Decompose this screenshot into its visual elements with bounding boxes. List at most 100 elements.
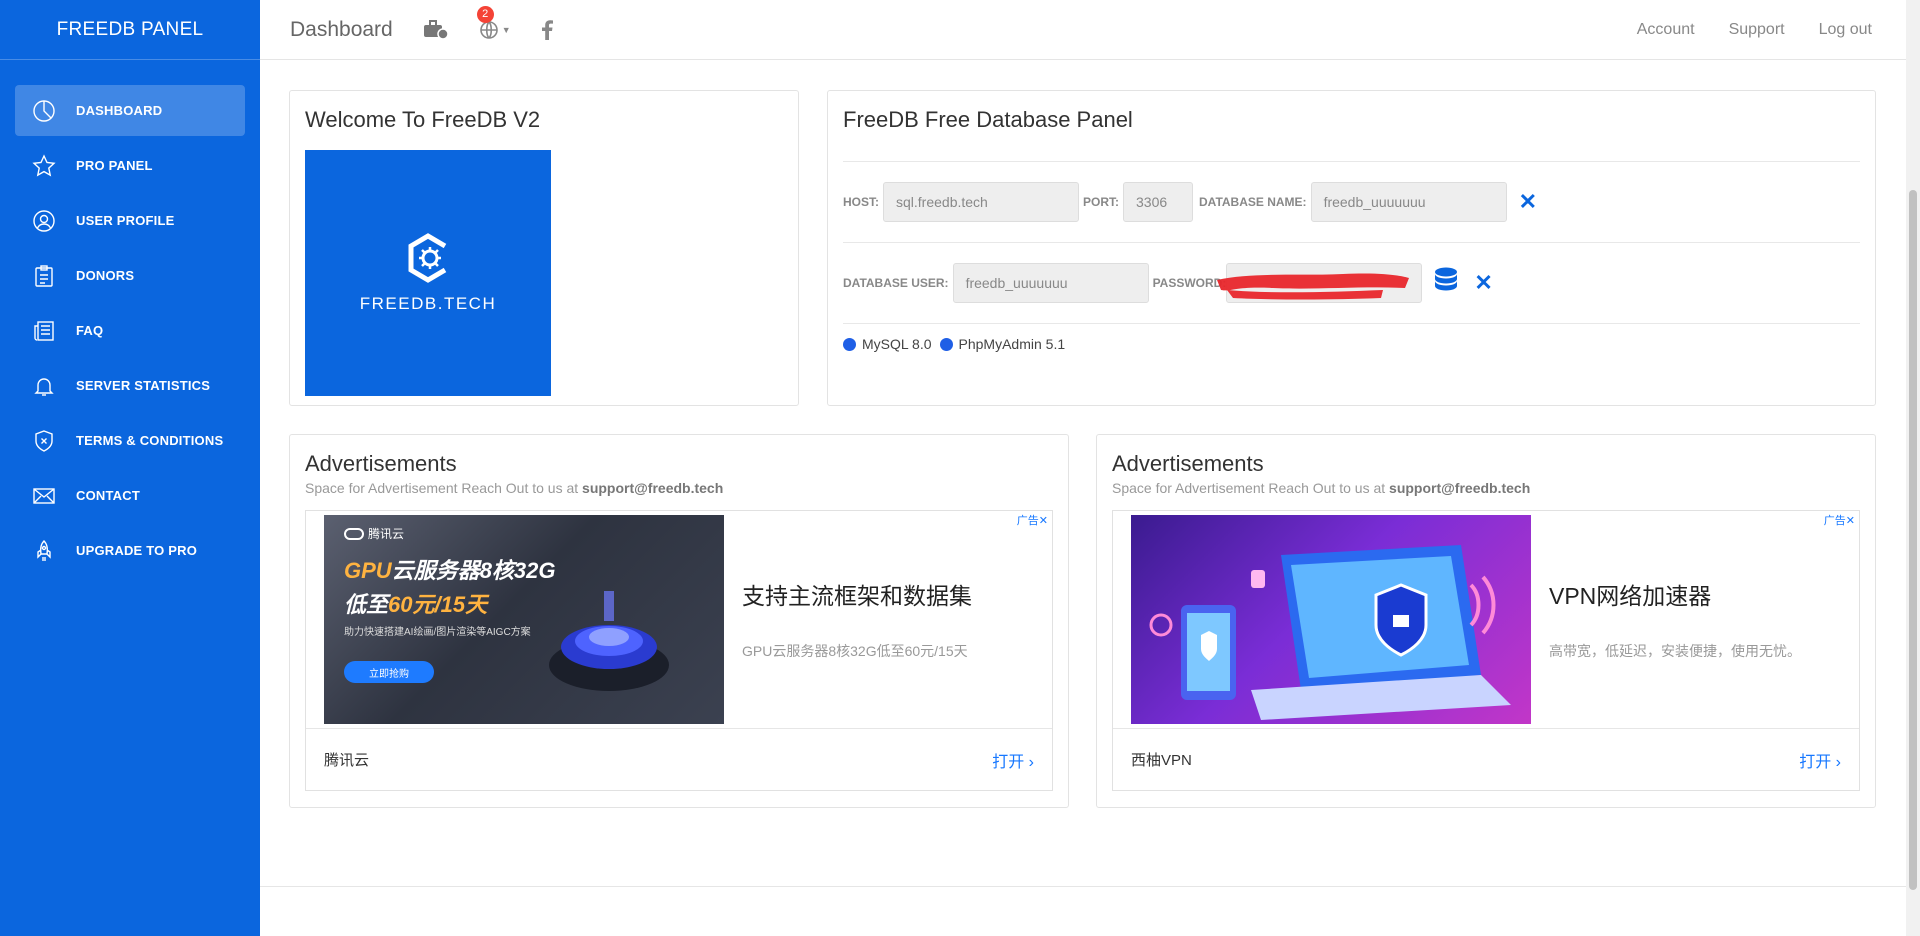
chip-mysql: MySQL 8.0 bbox=[843, 336, 932, 352]
sidebar-item-upgrade[interactable]: UPGRADE TO PRO bbox=[15, 525, 245, 576]
facebook-link[interactable] bbox=[541, 19, 553, 40]
database-user-field[interactable]: freedb_uuuuuuu bbox=[952, 263, 1149, 303]
host-label: HOST: bbox=[843, 195, 879, 209]
top-navbar: Dashboard 2 ▼ Account Support Log out bbox=[260, 0, 1906, 60]
ad-unit[interactable]: 广告✕ 腾讯云 GPU云服务器8核32G 低至60元/15天 助力快速搭建AI绘… bbox=[305, 510, 1053, 791]
port-field[interactable]: 3306 bbox=[1123, 182, 1193, 222]
freedb-hex-icon bbox=[408, 233, 447, 283]
host-field[interactable]: sql.freedb.tech bbox=[883, 182, 1079, 222]
sidebar-item-label: TERMS & CONDITIONS bbox=[76, 433, 224, 448]
chip-label: PhpMyAdmin 5.1 bbox=[958, 336, 1066, 352]
ads-subtitle-text: Space for Advertisement Reach Out to us … bbox=[305, 480, 579, 496]
rocket-icon bbox=[31, 538, 57, 564]
ad-small-text: 助力快速搭建AI绘画/图片渲染等AIGC方案 bbox=[344, 627, 531, 638]
ad-brand-name: 腾讯云 bbox=[368, 527, 405, 541]
ad-text: VPN网络加速器 高带宽，低延迟，安装便捷，使用无忧。 bbox=[1531, 515, 1801, 724]
ad-advertiser: 腾讯云 bbox=[324, 752, 370, 769]
sidebar-item-faq[interactable]: FAQ bbox=[15, 305, 245, 356]
ads-title: Advertisements bbox=[1112, 451, 1264, 476]
ad-brand: 腾讯云 bbox=[344, 525, 404, 542]
redaction-scribble bbox=[1217, 273, 1410, 300]
brand-title[interactable]: FREEDB PANEL bbox=[0, 0, 260, 60]
ad-footer: 腾讯云 打开 › bbox=[306, 728, 1052, 790]
sidebar-item-user-profile[interactable]: USER PROFILE bbox=[15, 195, 245, 246]
ad-headline[interactable]: VPN网络加速器 bbox=[1549, 577, 1801, 611]
close-icon[interactable]: ✕ bbox=[1519, 189, 1537, 215]
version-chips: MySQL 8.0 PhpMyAdmin 5.1 bbox=[843, 336, 1860, 352]
clipboard-icon bbox=[31, 263, 57, 289]
ad-image[interactable] bbox=[1131, 515, 1531, 724]
advertisements-card-2: Advertisements Space for Advertisement R… bbox=[1096, 434, 1876, 808]
dot-icon bbox=[939, 337, 953, 351]
ad-headline[interactable]: 支持主流框架和数据集 bbox=[742, 577, 972, 611]
ad-advertiser: 西柚VPN bbox=[1131, 752, 1192, 769]
sidebar-item-pro-panel[interactable]: PRO PANEL bbox=[15, 140, 245, 191]
ads-subtitle: Space for Advertisement Reach Out to us … bbox=[305, 480, 1053, 496]
ads-email[interactable]: support@freedb.tech bbox=[1389, 480, 1530, 496]
cloud-icon bbox=[344, 527, 364, 540]
bell-icon bbox=[31, 373, 57, 399]
logo-text: FREEDB.TECH bbox=[359, 294, 497, 313]
ad-text: 支持主流框架和数据集 GPU云服务器8核32G低至60元/15天 bbox=[724, 515, 972, 724]
star-icon bbox=[31, 153, 57, 179]
page-title: Dashboard bbox=[290, 17, 393, 41]
chevron-down-icon: ▼ bbox=[501, 24, 511, 35]
facebook-icon bbox=[541, 19, 553, 40]
close-icon[interactable]: ✕ bbox=[1474, 270, 1492, 296]
welcome-title: Welcome To FreeDB V2 bbox=[305, 107, 541, 132]
ad-mark[interactable]: 广告✕ bbox=[1824, 512, 1855, 528]
ad-open-button[interactable]: 打开 › bbox=[992, 748, 1034, 772]
advertisements-card-1: Advertisements Space for Advertisement R… bbox=[289, 434, 1069, 808]
ad-body: VPN网络加速器 高带宽，低延迟，安装便捷，使用无忧。 bbox=[1113, 511, 1859, 728]
sidebar-item-server-statistics[interactable]: SERVER STATISTICS bbox=[15, 360, 245, 411]
user-icon bbox=[31, 208, 57, 234]
ad-description: 高带宽，低延迟，安装便捷，使用无忧。 bbox=[1549, 643, 1801, 659]
database-name-field[interactable]: freedb_uuuuuuu bbox=[1310, 182, 1507, 222]
newspaper-icon bbox=[31, 318, 57, 344]
sidebar-item-label: DASHBOARD bbox=[76, 103, 163, 118]
account-link[interactable]: Account bbox=[1637, 21, 1695, 39]
chip-phpmyadmin: PhpMyAdmin 5.1 bbox=[939, 336, 1066, 352]
ad-footer: 西柚VPN 打开 › bbox=[1113, 728, 1859, 790]
sidebar-nav: DASHBOARD PRO PANEL USER PROFILE DONORS … bbox=[0, 60, 260, 576]
panel-title: FreeDB Free Database Panel bbox=[843, 107, 1133, 132]
ad-headline-2a: 低至 bbox=[344, 592, 389, 617]
ad-buy-button[interactable]: 立即抢购 bbox=[344, 661, 434, 683]
toolbox-button[interactable] bbox=[423, 19, 449, 41]
sidebar: FREEDB PANEL DASHBOARD PRO PANEL USER PR… bbox=[0, 0, 260, 936]
ad-headline-1: GPU云服务器8核32G bbox=[344, 553, 556, 585]
shield-icon bbox=[31, 428, 57, 454]
sidebar-item-donors[interactable]: DONORS bbox=[15, 250, 245, 301]
database-name-label: DATABASE NAME: bbox=[1199, 195, 1307, 209]
sidebar-item-dashboard[interactable]: DASHBOARD bbox=[15, 85, 245, 136]
welcome-card: Welcome To FreeDB V2 FREEDB.TECH bbox=[289, 90, 799, 406]
sidebar-item-label: USER PROFILE bbox=[76, 213, 175, 228]
credentials-row: DATABASE USER: freedb_uuuuuuu PASSWORD: … bbox=[843, 243, 1860, 323]
database-user-label: DATABASE USER: bbox=[843, 276, 949, 290]
page-scrollbar[interactable] bbox=[1906, 0, 1920, 936]
ad-headline-2b: 60元/15天 bbox=[388, 592, 488, 617]
chip-label: MySQL 8.0 bbox=[862, 336, 932, 352]
ad-unit[interactable]: 广告✕ VPN网络加速器 高带宽，低延迟，安装便捷，使用无忧。 西柚VPN 打开… bbox=[1112, 510, 1860, 791]
divider bbox=[843, 323, 1860, 324]
scrollbar-thumb[interactable] bbox=[1909, 190, 1917, 890]
ad-body: 腾讯云 GPU云服务器8核32G 低至60元/15天 助力快速搭建AI绘画/图片… bbox=[306, 511, 1052, 728]
ads-email[interactable]: support@freedb.tech bbox=[582, 480, 723, 496]
mail-icon bbox=[31, 483, 57, 509]
ad-headline-2: 低至60元/15天 bbox=[344, 587, 487, 619]
ad-mark[interactable]: 广告✕ bbox=[1017, 512, 1048, 528]
ads-title: Advertisements bbox=[305, 451, 457, 476]
logout-link[interactable]: Log out bbox=[1819, 21, 1872, 39]
gpu-chip-graphic bbox=[549, 591, 669, 691]
sidebar-item-label: FAQ bbox=[76, 323, 104, 338]
password-field[interactable] bbox=[1217, 263, 1423, 303]
database-icon[interactable] bbox=[1434, 267, 1458, 300]
sidebar-item-terms[interactable]: TERMS & CONDITIONS bbox=[15, 415, 245, 466]
support-link[interactable]: Support bbox=[1729, 21, 1785, 39]
language-dropdown[interactable]: 2 ▼ bbox=[476, 5, 511, 40]
sidebar-item-label: SERVER STATISTICS bbox=[76, 378, 211, 393]
ad-open-button[interactable]: 打开 › bbox=[1799, 748, 1841, 772]
ad-image[interactable]: 腾讯云 GPU云服务器8核32G 低至60元/15天 助力快速搭建AI绘画/图片… bbox=[324, 515, 724, 724]
toolbox-icon bbox=[423, 19, 449, 40]
sidebar-item-contact[interactable]: CONTACT bbox=[15, 470, 245, 521]
